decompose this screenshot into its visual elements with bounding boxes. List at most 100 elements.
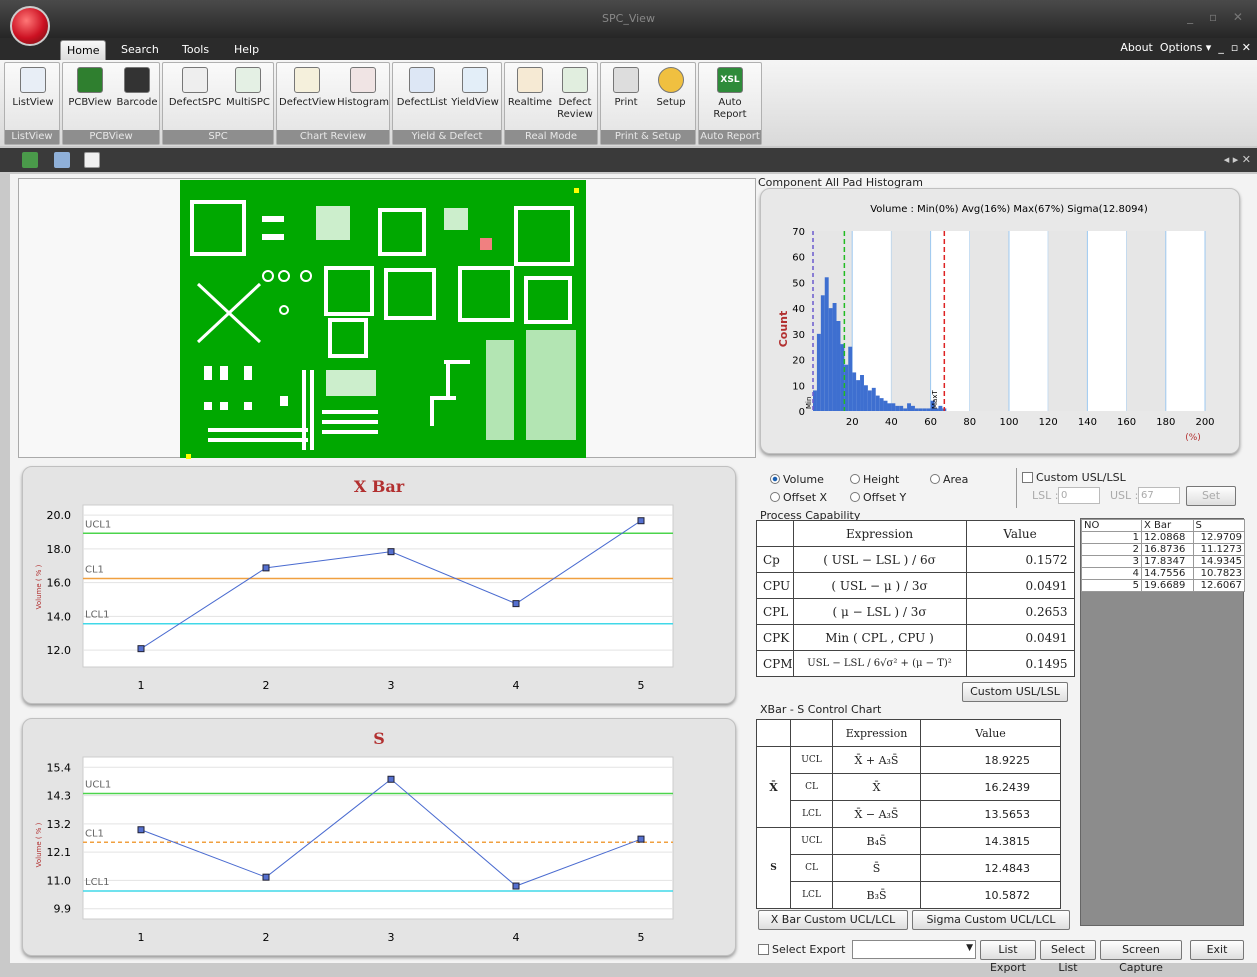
print-button[interactable]: Print xyxy=(605,67,647,109)
sigma-custom-ucl-lcl-button[interactable]: Sigma Custom UCL/LCL xyxy=(912,910,1070,930)
offset-x-radio[interactable]: Offset X xyxy=(770,491,827,504)
chevron-down-icon: ▼ xyxy=(966,943,973,953)
yieldview-button[interactable]: YieldView xyxy=(449,67,501,109)
histogram-chart: Volume : Min(0%) Avg(16%) Max(67%) Sigma… xyxy=(777,204,1215,443)
histogram-bar xyxy=(860,375,864,411)
auto-report-button[interactable]: XSL Auto Report xyxy=(701,67,759,121)
s-chart-title: S xyxy=(373,729,385,748)
xbar-data-point xyxy=(512,600,520,608)
radio-icon xyxy=(770,492,780,502)
s-lcl-label: LCL1 xyxy=(85,877,110,888)
tab-home[interactable]: Home xyxy=(60,40,107,60)
area-radio[interactable]: Area xyxy=(930,473,968,486)
table-header-row: Expression Value xyxy=(756,719,1061,747)
defectview-button[interactable]: DefectView xyxy=(279,67,336,109)
offset-y-radio[interactable]: Offset Y xyxy=(850,491,906,504)
xbar-ucl-label: UCL1 xyxy=(85,519,111,530)
defect-review-button[interactable]: Defect Review xyxy=(553,67,597,121)
lsl-input[interactable]: 0 xyxy=(1058,487,1100,504)
histogram-x-tick: 160 xyxy=(1117,417,1136,428)
top-right-menu: About Options ▾ _ ▫ ✕ xyxy=(1120,41,1251,54)
setup-button[interactable]: Setup xyxy=(649,67,693,109)
histogram-x-tick: 120 xyxy=(1039,417,1058,428)
defectlist-button[interactable]: DefectList xyxy=(395,67,449,109)
histogram-bar xyxy=(903,408,908,411)
select-export-checkbox[interactable]: Select Export xyxy=(758,943,845,956)
realtime-button[interactable]: Realtime xyxy=(507,67,553,109)
ribbon-group-print-setup: Print Setup Print & Setup xyxy=(600,62,696,145)
printer-icon xyxy=(613,67,639,93)
pie-chart-icon xyxy=(409,67,435,93)
about-link[interactable]: About xyxy=(1120,41,1153,54)
export-select[interactable]: ▼ xyxy=(852,940,976,959)
xbar-y-tick: 18.0 xyxy=(47,543,72,556)
xbar-plot-area xyxy=(82,504,674,668)
histogram-x-tick: 60 xyxy=(924,417,937,428)
grid-row[interactable]: 4 14.7556 10.7823 xyxy=(1081,567,1245,580)
custom-usl-lsl-checkbox[interactable]: Custom USL/LSL xyxy=(1022,471,1126,484)
multispc-button[interactable]: MultiSPC xyxy=(225,67,271,109)
table-header-row: Expression Value xyxy=(756,520,1075,547)
window-controls[interactable]: _ ▫ ✕ xyxy=(1187,10,1249,24)
usl-input[interactable]: 67 xyxy=(1138,487,1180,504)
window-title: SPC_View xyxy=(602,12,655,25)
pcb-tab-icon[interactable] xyxy=(22,152,38,168)
histogram-button[interactable]: Histogram xyxy=(337,67,389,109)
s-cl-label: CL1 xyxy=(85,828,104,839)
ribbon-group-label: PCBView xyxy=(63,130,159,144)
s-x-tick: 5 xyxy=(638,931,645,944)
histogram-bar xyxy=(887,403,892,411)
xbar-y-tick: 14.0 xyxy=(47,610,72,623)
chart-tab-icon[interactable] xyxy=(84,152,100,168)
radio-icon xyxy=(850,492,860,502)
barcode-button[interactable]: Barcode xyxy=(115,67,159,109)
grid-row[interactable]: 2 16.8736 11.1273 xyxy=(1081,543,1245,556)
xbar-cl-label: CL1 xyxy=(85,565,104,576)
histogram-x-tick: 200 xyxy=(1195,417,1214,428)
checkbox-icon xyxy=(758,944,769,955)
xbar-data-point xyxy=(137,645,145,653)
exit-button[interactable]: Exit xyxy=(1190,940,1244,960)
histogram-bar xyxy=(828,308,833,411)
ribbon-group-label: Auto Report xyxy=(699,130,761,144)
histogram-bar xyxy=(922,408,927,411)
tab-scroll-arrows[interactable]: ◂ ▸ ✕ xyxy=(1224,153,1251,166)
app-logo-button[interactable] xyxy=(10,6,50,46)
histogram-summary: Volume : Min(0%) Avg(16%) Max(67%) Sigma… xyxy=(870,204,1148,215)
s-data-point xyxy=(637,835,645,843)
grid-row[interactable]: 3 17.8347 14.9345 xyxy=(1081,555,1245,568)
histogram-bar xyxy=(848,346,853,411)
pcbview-button[interactable]: PCBView xyxy=(67,67,113,109)
list-export-button[interactable]: List Export xyxy=(980,940,1036,974)
listview-button[interactable]: ListView xyxy=(9,67,57,109)
set-button[interactable]: Set xyxy=(1186,486,1236,506)
grid-row[interactable]: 5 19.6689 12.6067 xyxy=(1081,579,1245,592)
radio-icon xyxy=(850,474,860,484)
tab-tools[interactable]: Tools xyxy=(176,40,215,60)
xbar-lcl-label: LCL1 xyxy=(85,610,110,621)
table-row: LCL X̄ − A₃S̄ 13.5653 xyxy=(757,800,1061,828)
grid-row[interactable]: 1 12.0868 12.9709 xyxy=(1081,531,1245,544)
histogram-bar xyxy=(926,408,931,411)
height-radio[interactable]: Height xyxy=(850,473,899,486)
histogram-y-tick: 40 xyxy=(792,304,805,315)
xsl-icon: XSL xyxy=(717,67,743,93)
xbar-custom-ucl-lcl-button[interactable]: X Bar Custom UCL/LCL xyxy=(758,910,908,930)
xbar-s-table-title: XBar - S Control Chart xyxy=(760,703,882,716)
s-x-tick: 1 xyxy=(138,931,145,944)
histogram-x-tick: 180 xyxy=(1156,417,1175,428)
screen-capture-button[interactable]: Screen Capture xyxy=(1100,940,1182,974)
tab-help[interactable]: Help xyxy=(228,40,265,60)
options-menu[interactable]: Options xyxy=(1160,41,1202,54)
list-tab-icon[interactable] xyxy=(54,152,70,168)
s-data-point xyxy=(262,873,270,881)
select-list-button[interactable]: Select List xyxy=(1040,940,1096,974)
tab-search[interactable]: Search xyxy=(115,40,165,60)
lsl-label: LSL : xyxy=(1032,489,1059,502)
xbar-x-tick: 2 xyxy=(263,679,270,692)
custom-usl-lsl-button[interactable]: Custom USL/LSL xyxy=(962,682,1068,702)
volume-radio[interactable]: Volume xyxy=(770,473,824,486)
defectspc-button[interactable]: DefectSPC xyxy=(167,67,223,109)
usl-label: USL : xyxy=(1110,489,1139,502)
pcb-board-image[interactable] xyxy=(180,180,586,458)
